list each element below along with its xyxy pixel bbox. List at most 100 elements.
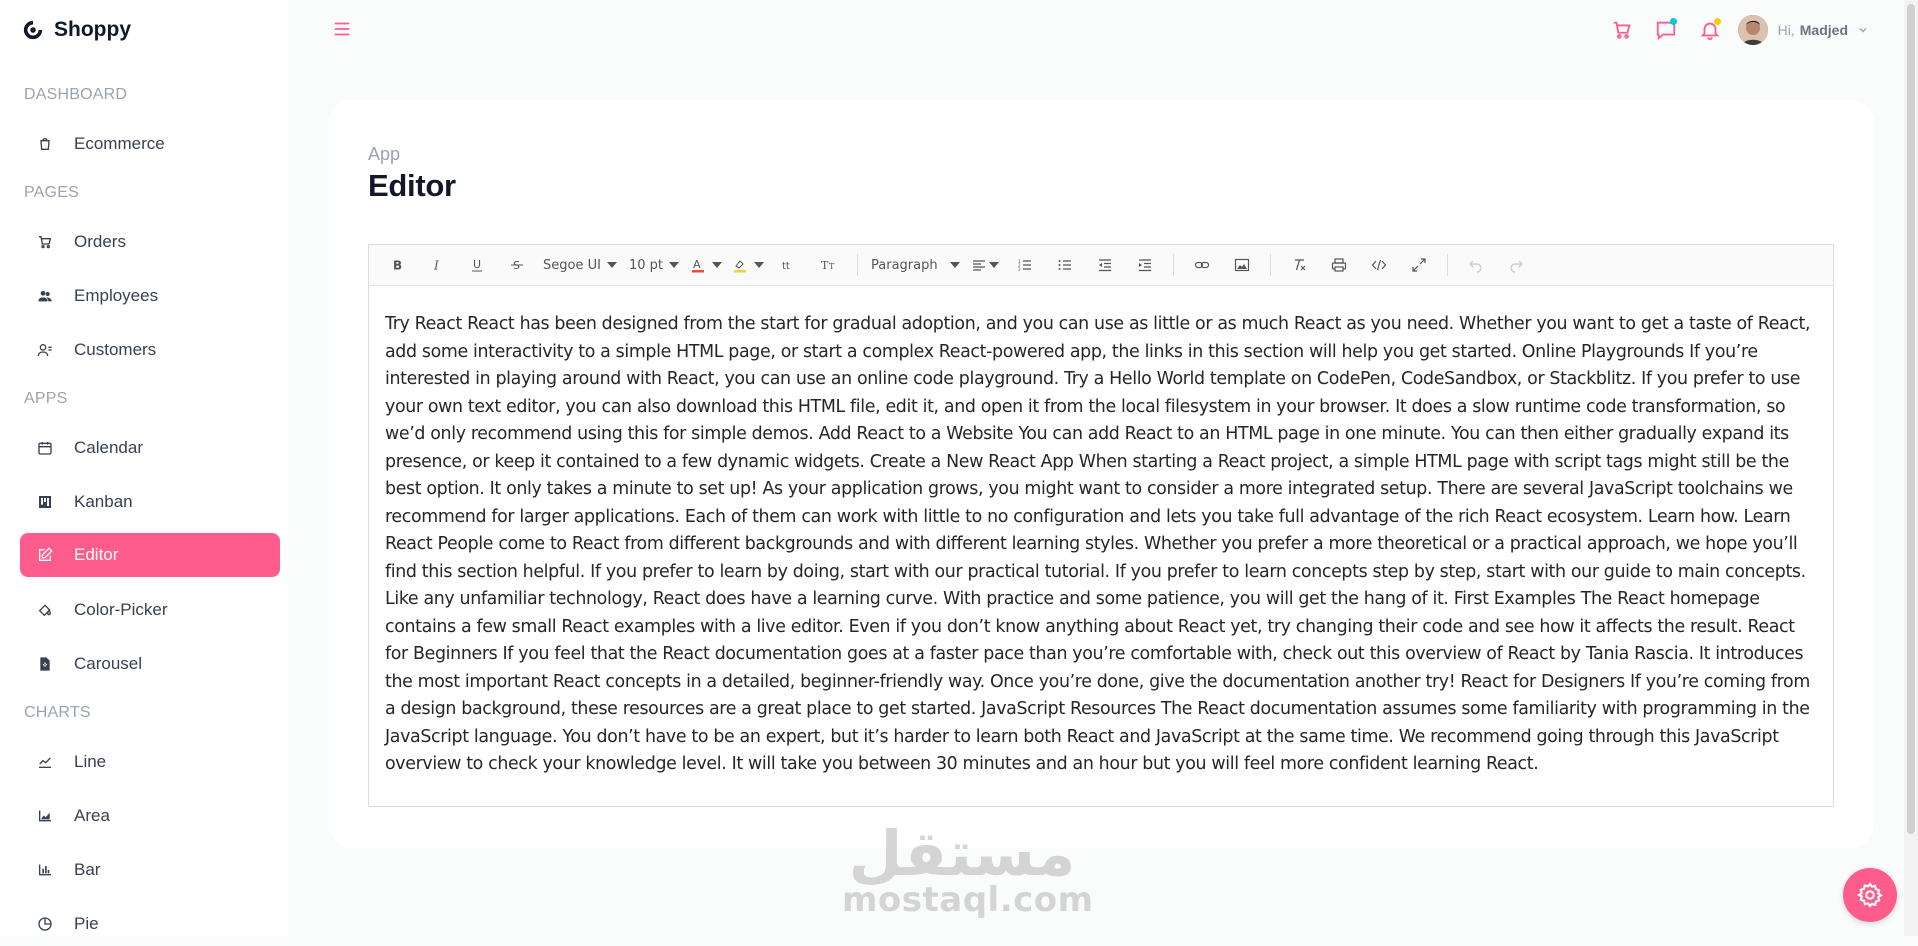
strikethrough-button[interactable]: S xyxy=(502,250,532,280)
source-code-button[interactable] xyxy=(1364,250,1394,280)
sidebar-item-pie[interactable]: Pie xyxy=(20,902,280,946)
print-icon xyxy=(1331,258,1346,272)
document-icon xyxy=(36,655,54,673)
paint-bucket-icon xyxy=(36,601,54,619)
sidebar-item-line[interactable]: Line xyxy=(20,740,280,784)
cart-icon xyxy=(36,233,54,251)
dropdown-arrow-icon xyxy=(669,262,680,268)
brand-logo[interactable]: Shoppy xyxy=(22,16,131,44)
sidebar-item-employees[interactable]: Employees xyxy=(20,274,280,318)
theme-settings-button[interactable] xyxy=(1843,868,1897,922)
undo-button[interactable] xyxy=(1461,250,1491,280)
hamburger-icon xyxy=(334,22,350,36)
chat-button[interactable] xyxy=(1652,16,1680,44)
sidebar-item-kanban[interactable]: Kanban xyxy=(20,480,280,524)
watermark-arabic-text: مستقل xyxy=(848,817,1076,890)
sidebar-item-customers[interactable]: Customers xyxy=(20,328,280,372)
toolbar-separator xyxy=(1446,254,1448,276)
svg-text:T: T xyxy=(829,262,835,271)
svg-text:T: T xyxy=(821,259,829,272)
editor-card: App Editor B I U S Segoe UI 10 pt xyxy=(328,100,1874,848)
kanban-icon xyxy=(36,493,54,511)
sidebar-item-label: Carousel xyxy=(74,654,143,673)
avatar xyxy=(1737,15,1768,45)
redo-button[interactable] xyxy=(1501,250,1531,280)
block-format-value: Paragraph xyxy=(871,257,938,273)
menu-toggle-button[interactable] xyxy=(331,18,353,40)
svg-text:B: B xyxy=(393,259,402,273)
insert-image-button[interactable] xyxy=(1227,250,1257,280)
page-title: Editor xyxy=(368,168,456,203)
outdent-button[interactable] xyxy=(1090,250,1120,280)
fullscreen-button[interactable] xyxy=(1404,250,1434,280)
font-color-icon: A xyxy=(692,258,704,273)
maximize-icon xyxy=(1411,258,1426,272)
font-family-dropdown[interactable]: Segoe UI xyxy=(542,250,618,280)
background-color-dropdown[interactable] xyxy=(732,250,764,280)
dropdown-arrow-icon xyxy=(606,262,617,268)
svg-text:3: 3 xyxy=(1018,267,1021,272)
bullet-list-icon xyxy=(1058,260,1071,270)
bell-notification-dot xyxy=(1713,18,1721,25)
unordered-list-button[interactable] xyxy=(1050,250,1080,280)
ordered-list-icon: 123 xyxy=(1018,259,1031,272)
sidebar-item-orders[interactable]: Orders xyxy=(20,220,280,264)
sidebar-item-ecommerce[interactable]: Ecommerce xyxy=(20,122,280,166)
sidebar: Shoppy DASHBOARD Ecommerce PAGES Orders … xyxy=(0,0,288,936)
formats-dropdown[interactable]: Paragraph xyxy=(871,250,960,280)
align-left-icon xyxy=(972,260,985,271)
brand-icon xyxy=(23,20,43,40)
user-name: Madjed xyxy=(1799,22,1848,38)
alignment-dropdown[interactable] xyxy=(970,250,1000,280)
notification-button[interactable] xyxy=(1696,16,1724,44)
outdent-icon xyxy=(1098,259,1111,272)
calendar-icon xyxy=(36,439,54,457)
watermark-latin-text: mostaql.com xyxy=(842,880,1094,920)
italic-button[interactable]: I xyxy=(422,250,452,280)
sidebar-item-calendar[interactable]: Calendar xyxy=(20,426,280,470)
insert-link-button[interactable] xyxy=(1187,250,1217,280)
dropdown-arrow-icon xyxy=(712,262,722,268)
sidebar-item-label: Customers xyxy=(74,340,157,359)
cart-button[interactable] xyxy=(1608,16,1636,44)
line-chart-icon xyxy=(36,753,54,771)
editor-toolbar: B I U S Segoe UI 10 pt A xyxy=(369,245,1833,286)
watermark: مستقل mostaql.com xyxy=(842,817,1094,920)
user-profile-menu[interactable]: Hi, Madjed xyxy=(1737,15,1868,45)
uppercase-button[interactable]: TT xyxy=(814,250,844,280)
scrollbar-thumb[interactable] xyxy=(1907,4,1915,834)
lowercase-icon: tt xyxy=(782,261,790,272)
greeting-text: Hi, xyxy=(1777,22,1795,38)
bold-button[interactable]: B xyxy=(382,250,412,280)
app-name: Shoppy xyxy=(54,18,131,41)
indent-button[interactable] xyxy=(1130,250,1160,280)
bar-chart-icon xyxy=(36,861,54,879)
sidebar-item-color-picker[interactable]: Color-Picker xyxy=(20,588,280,632)
highlight-icon xyxy=(734,260,746,273)
editor-content-area[interactable]: Try React React has been designed from t… xyxy=(369,286,1833,799)
area-chart-icon xyxy=(36,807,54,825)
code-icon xyxy=(1371,259,1386,271)
strikethrough-icon: S xyxy=(511,259,523,272)
sidebar-item-carousel[interactable]: Carousel xyxy=(20,642,280,686)
page-scrollbar[interactable] xyxy=(1904,0,1918,936)
sidebar-item-editor[interactable]: Editor xyxy=(20,533,280,577)
print-button[interactable] xyxy=(1324,250,1354,280)
sidebar-item-area[interactable]: Area xyxy=(20,794,280,838)
edit-icon xyxy=(36,546,54,564)
toolbar-separator xyxy=(1172,254,1174,276)
font-size-dropdown[interactable]: 10 pt xyxy=(628,250,680,280)
lowercase-button[interactable]: tt xyxy=(774,250,804,280)
svg-text:tt: tt xyxy=(782,261,790,272)
sidebar-item-bar[interactable]: Bar xyxy=(20,848,280,892)
uppercase-icon: TT xyxy=(821,259,835,272)
italic-icon: I xyxy=(433,259,439,273)
ordered-list-button[interactable]: 123 xyxy=(1010,250,1040,280)
underline-button[interactable]: U xyxy=(462,250,492,280)
link-icon xyxy=(1194,261,1209,269)
sidebar-item-label: Bar xyxy=(74,860,101,879)
sidebar-item-label: Orders xyxy=(74,232,126,251)
sidebar-item-label: Pie xyxy=(74,914,99,933)
clear-format-button[interactable] xyxy=(1284,250,1314,280)
font-color-dropdown[interactable]: A xyxy=(690,250,722,280)
